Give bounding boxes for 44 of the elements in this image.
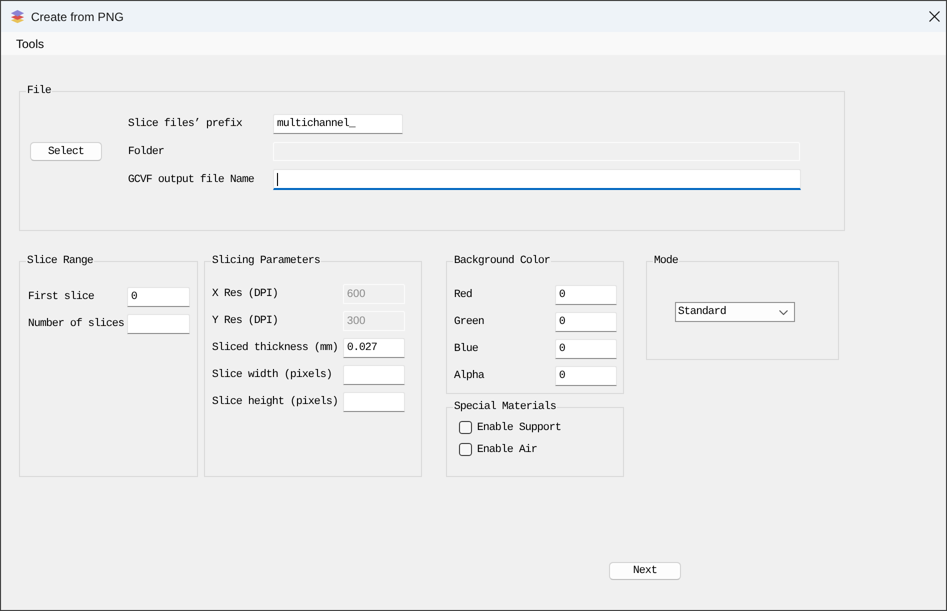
close-icon[interactable] (929, 11, 940, 22)
checkbox-label: Enable Air (477, 444, 538, 456)
mode-dropdown[interactable]: Standard (675, 302, 795, 322)
field-label: Folder (128, 146, 166, 158)
field-label: Red (454, 289, 474, 301)
field-label: Number of slices (28, 318, 126, 330)
group-title: Slicing Parameters (211, 255, 322, 268)
window-title: Create from PNG (31, 10, 124, 24)
field-label: Sliced thickness (mm) (212, 342, 340, 354)
layers-icon (10, 9, 25, 24)
text-field[interactable] (273, 169, 801, 190)
text-field[interactable] (127, 314, 190, 334)
field-label: Slice height (pixels) (212, 396, 340, 408)
text-field[interactable]: multichannel_ (273, 114, 403, 134)
field-label: GCVF output file Name (128, 174, 256, 186)
text-field[interactable]: 0 (555, 366, 617, 386)
field-label: Slice files’ prefix (128, 118, 244, 130)
text-field[interactable]: 0 (555, 312, 617, 332)
text-field[interactable] (343, 365, 405, 385)
field-label: Alpha (454, 370, 486, 382)
field-label: First slice (28, 291, 96, 303)
select-button[interactable]: Select (30, 142, 102, 161)
group-title: Mode (653, 255, 680, 268)
text-field[interactable]: 0 (555, 285, 617, 305)
field-label: Y Res (DPI) (212, 315, 280, 327)
text-field[interactable]: 0 (127, 287, 190, 307)
text-field[interactable] (343, 392, 405, 412)
text-field[interactable]: 0 (555, 339, 617, 359)
field-label: Blue (454, 343, 480, 355)
field-label: X Res (DPI) (212, 288, 280, 300)
text-field[interactable]: 0.027 (343, 338, 405, 358)
checkbox-label: Enable Support (477, 422, 562, 434)
chevron-down-icon (779, 310, 788, 314)
field-label: Green (454, 316, 486, 328)
group-title: Special Materials (453, 401, 558, 414)
checkbox[interactable] (459, 421, 472, 434)
text-cursor-icon (277, 173, 278, 186)
group-title: File (26, 85, 52, 98)
group-title: Slice Range (26, 255, 94, 268)
group-title: Background Color (453, 255, 552, 268)
checkbox[interactable] (459, 443, 472, 456)
menu-item[interactable]: Tools (16, 36, 44, 50)
field-label: Slice width (pixels) (212, 369, 334, 381)
next-button[interactable]: Next (609, 562, 681, 580)
